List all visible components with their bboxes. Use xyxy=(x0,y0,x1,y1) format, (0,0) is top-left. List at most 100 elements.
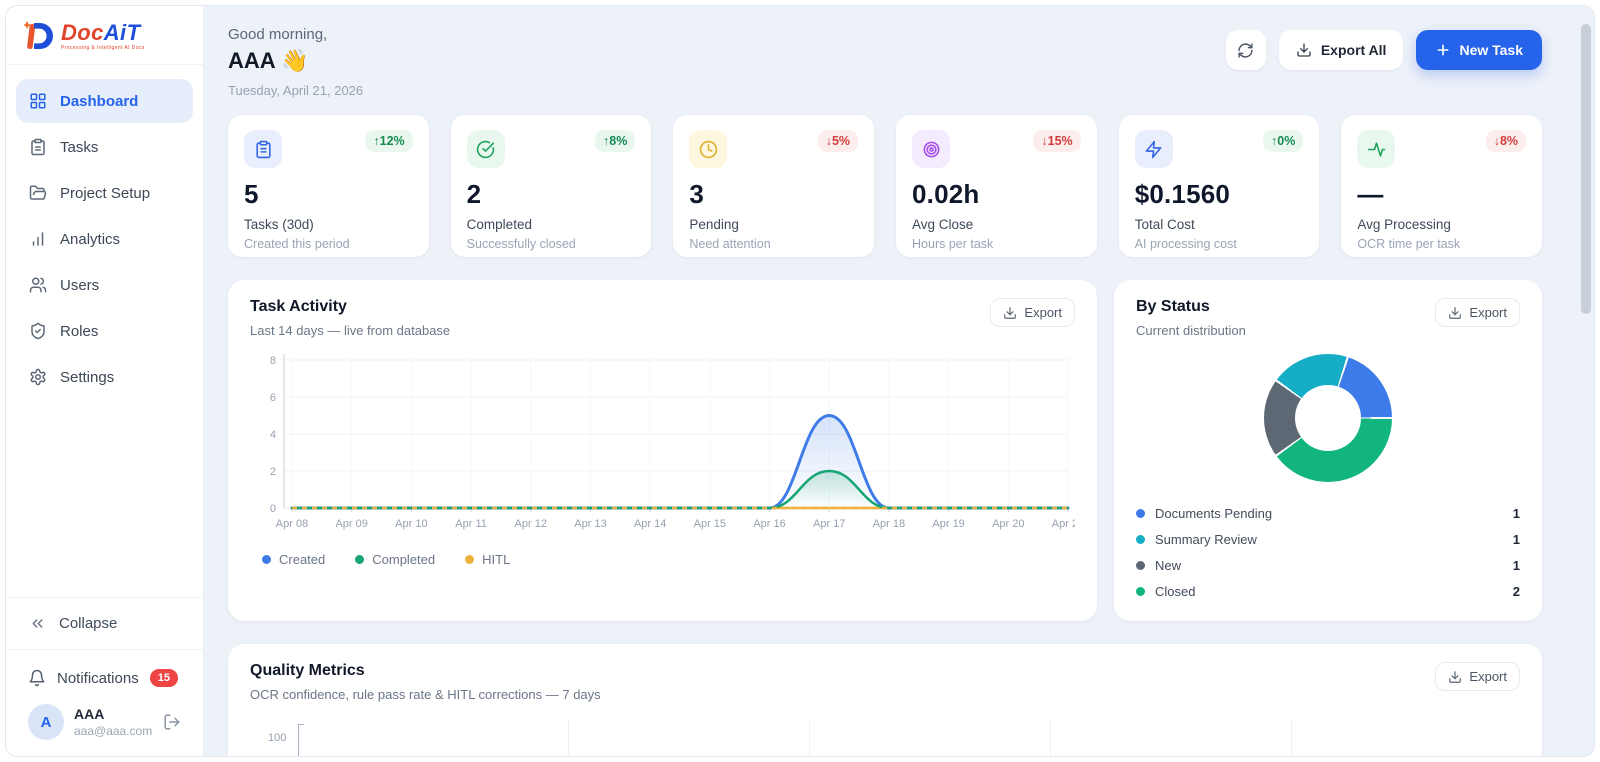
sidebar-item-dashboard[interactable]: Dashboard xyxy=(16,79,193,123)
task-activity-card: Task Activity Last 14 days — live from d… xyxy=(228,280,1097,621)
greeting-text: Good morning, xyxy=(228,26,328,43)
stat-card-pending: ↓5% 3 Pending Need attention xyxy=(673,115,875,257)
plus-icon xyxy=(1437,44,1449,56)
task-activity-export-button[interactable]: Export xyxy=(990,298,1075,327)
page-header: Good morning, AAA 👋 Tuesday, April 21, 2… xyxy=(228,26,1542,98)
svg-text:Apr 13: Apr 13 xyxy=(574,518,606,530)
brand-ait: AiT xyxy=(103,19,141,45)
legend-row-summary-review: Summary Review 1 xyxy=(1136,526,1520,552)
stat-card-total-cost: ↑0% $0.1560 Total Cost AI processing cos… xyxy=(1118,115,1320,257)
stat-card-completed: ↑8% 2 Completed Successfully closed xyxy=(450,115,652,257)
legend-dot xyxy=(1136,560,1145,570)
legend-label-hitl: HITL xyxy=(482,552,511,567)
export-all-button[interactable]: Export All xyxy=(1278,30,1404,70)
stat-card-avg-close: ↓15% 0.02h Avg Close Hours per task xyxy=(896,115,1097,257)
sidebar-item-users[interactable]: Users xyxy=(16,263,193,307)
quality-metrics-chart: 100 xyxy=(250,720,1520,756)
legend-dot-completed xyxy=(355,555,365,564)
legend-dot-created xyxy=(262,555,271,564)
sidebar-item-settings[interactable]: Settings xyxy=(16,355,193,399)
sidebar-item-tasks[interactable]: Tasks xyxy=(16,125,193,169)
quality-metrics-title: Quality Metrics xyxy=(250,662,365,679)
legend-label-completed: Completed xyxy=(372,552,436,567)
bar-chart-icon xyxy=(32,232,44,246)
stat-value: $0.1560 xyxy=(1134,179,1231,209)
stat-sublabel: Successfully closed xyxy=(466,237,576,251)
stat-value: 0.02h xyxy=(912,179,980,209)
legend-value: 1 xyxy=(1512,531,1520,547)
logout-icon[interactable] xyxy=(163,713,181,731)
notifications-label: Notifications xyxy=(57,669,139,687)
stat-label: Completed xyxy=(466,217,532,232)
sidebar-item-project-setup[interactable]: Project Setup xyxy=(16,171,193,215)
stat-delta: ↓8% xyxy=(1485,130,1527,152)
users-icon xyxy=(29,277,47,293)
gear-icon xyxy=(30,368,46,386)
svg-text:Apr 12: Apr 12 xyxy=(515,518,547,530)
sidebar-item-roles[interactable]: Roles xyxy=(16,309,193,353)
stat-sublabel: Created this period xyxy=(244,237,350,251)
by-status-card: By Status Current distribution Export Do… xyxy=(1114,280,1542,621)
collapse-button[interactable]: Collapse xyxy=(6,597,203,649)
stat-sublabel: AI processing cost xyxy=(1134,237,1237,251)
target-icon xyxy=(912,130,951,168)
by-status-legend: Documents Pending 1 Summary Review 1 New 1 … xyxy=(1136,500,1520,604)
sidebar-item-label: Users xyxy=(60,276,100,294)
sidebar-item-analytics[interactable]: Analytics xyxy=(16,217,193,261)
svg-text:4: 4 xyxy=(270,429,276,441)
brand-doc: Doc xyxy=(61,19,104,45)
clock-icon xyxy=(689,130,728,168)
new-task-button[interactable]: New Task xyxy=(1416,30,1542,70)
stat-delta: ↓5% xyxy=(817,130,859,152)
legend-label: Documents Pending xyxy=(1155,505,1273,521)
new-task-label: New Task xyxy=(1459,42,1523,58)
svg-text:Apr 08: Apr 08 xyxy=(276,518,308,530)
quality-metrics-export-button[interactable]: Export xyxy=(1435,662,1520,691)
legend-row-documents-pending: Documents Pending 1 xyxy=(1136,500,1520,526)
chevrons-left-icon xyxy=(32,619,43,628)
stat-label: Avg Processing xyxy=(1357,217,1451,232)
check-circle-icon xyxy=(466,130,505,168)
svg-text:Apr 10: Apr 10 xyxy=(395,518,427,530)
export-all-label: Export All xyxy=(1320,42,1387,58)
legend-dot-hitl xyxy=(465,555,475,564)
task-activity-title: Task Activity xyxy=(250,298,347,315)
svg-text:Apr 16: Apr 16 xyxy=(753,518,785,530)
user-profile[interactable]: A AAA aaa@aaa.com xyxy=(18,696,191,740)
scrollbar-thumb[interactable] xyxy=(1581,24,1591,314)
clipboard-icon xyxy=(244,130,282,168)
refresh-button[interactable] xyxy=(1225,30,1266,70)
folder-icon xyxy=(29,185,47,200)
notifications-badge: 15 xyxy=(149,669,178,687)
notifications-button[interactable]: Notifications 15 xyxy=(18,660,191,696)
svg-text:Apr 14: Apr 14 xyxy=(634,518,666,530)
svg-text:0: 0 xyxy=(270,503,276,515)
sidebar-item-label: Analytics xyxy=(60,230,121,248)
stat-label: Total Cost xyxy=(1134,217,1195,232)
stat-label: Avg Close xyxy=(912,217,974,232)
stat-value: — xyxy=(1357,179,1384,209)
app-window: DocAiT Processing & Intelligent AI Docs … xyxy=(5,5,1595,757)
svg-text:Apr 11: Apr 11 xyxy=(455,518,487,530)
legend-dot xyxy=(1136,586,1145,596)
stat-label: Tasks (30d) xyxy=(244,217,314,232)
task-activity-subtitle: Last 14 days — live from database xyxy=(250,323,451,338)
svg-text:2: 2 xyxy=(270,466,276,478)
status-donut-chart xyxy=(1264,354,1392,482)
header-date: Tuesday, April 21, 2026 xyxy=(228,83,364,98)
download-icon xyxy=(1449,670,1462,683)
quality-metrics-card: Quality Metrics OCR confidence, rule pas… xyxy=(228,644,1542,756)
stat-sublabel: Need attention xyxy=(689,237,771,251)
docait-logo-icon xyxy=(23,21,53,49)
svg-text:8: 8 xyxy=(270,355,276,367)
stat-card-tasks: ↑12% 5 Tasks (30d) Created this period xyxy=(228,115,429,257)
legend-value: 1 xyxy=(1512,505,1520,521)
by-status-export-button[interactable]: Export xyxy=(1435,298,1520,327)
download-icon xyxy=(1449,306,1462,319)
zap-icon xyxy=(1134,130,1173,168)
sidebar-footer: Notifications 15 A AAA aaa@aaa.com xyxy=(6,649,203,756)
legend-label: Closed xyxy=(1155,583,1196,599)
stat-delta: ↑12% xyxy=(365,130,413,152)
header-actions: Export All New Task xyxy=(1225,30,1542,98)
legend-label-created: Created xyxy=(279,552,326,567)
